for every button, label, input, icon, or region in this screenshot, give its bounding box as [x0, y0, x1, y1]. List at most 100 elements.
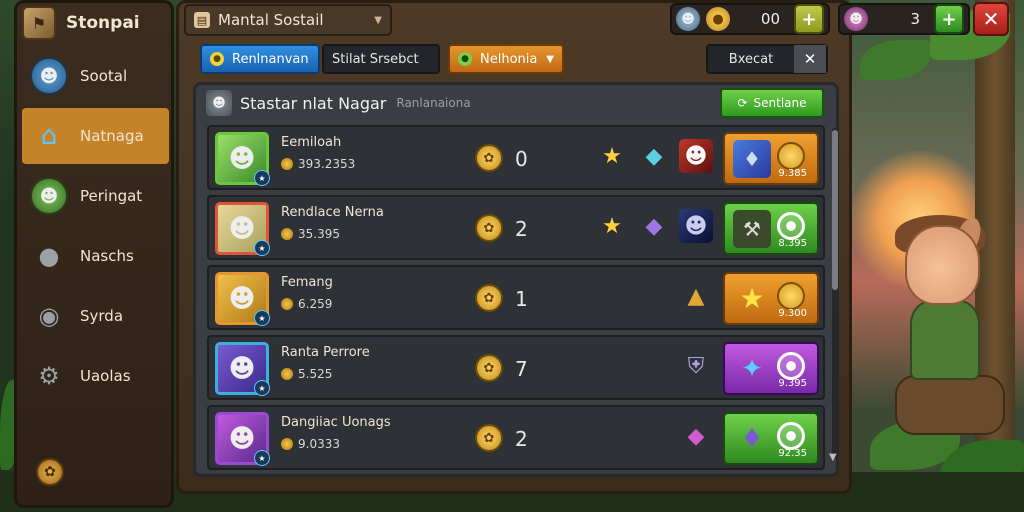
item-icons: ◆ — [679, 419, 713, 453]
sparkle-icon: ✦ — [741, 353, 763, 384]
close-button[interactable]: ✕ — [973, 2, 1009, 36]
hero-portrait: ☻ ★ — [215, 202, 270, 256]
gear-icon: ⚙ — [38, 362, 60, 390]
action-amount: 9.395 — [778, 378, 807, 389]
sidebar-item-syrda[interactable]: ◉ Syrda — [22, 288, 169, 344]
house-icon: ⌂ — [40, 121, 58, 151]
filter-select-label: Bxecat — [728, 51, 774, 67]
sidebar-item-naschs[interactable]: ● Naschs — [22, 228, 169, 284]
star-icon[interactable]: ★ — [595, 209, 629, 243]
character-avatar-icon[interactable]: ☻ — [679, 209, 713, 243]
medal-icon: ✿ — [475, 284, 503, 312]
sidebar-item-sootal[interactable]: ☻ Sootal — [22, 48, 169, 104]
hero-name: Dangiiac Uonags — [281, 415, 391, 430]
filter-select[interactable]: Bxecat ✕ — [706, 44, 828, 74]
list-item[interactable]: ☻ ★ Rendlace Nerna 35.395 ✿ 2 ★ ◆ ☻ ⚒ 8.3… — [207, 195, 825, 260]
clear-filter-icon[interactable]: ✕ — [794, 45, 826, 73]
sidebar-item-label: Naschs — [80, 247, 134, 265]
mask-icon: ● — [38, 242, 60, 270]
hero-portrait: ☻ ★ — [215, 412, 270, 466]
hero-coins-value: 35.395 — [298, 227, 340, 241]
medal-icon: ✿ — [475, 144, 503, 172]
action-button[interactable]: ★ 9.300 — [723, 272, 819, 325]
leaf-icon: ● — [458, 52, 472, 66]
hero-coins: 9.0333 — [281, 437, 340, 451]
medal-icon: ✿ — [475, 214, 503, 242]
item-icons: ▲ — [679, 279, 713, 313]
scroll-down-icon[interactable]: ▼ — [829, 452, 837, 463]
gold-resource: ☻ ● 00 + — [670, 3, 830, 35]
shield-icon[interactable]: ⛨ — [679, 349, 713, 383]
header-title-dropdown[interactable]: ▤ Mantal Sostail ▼ — [184, 4, 392, 36]
action-button[interactable]: ♦ 9.385 — [723, 132, 819, 185]
item-icons: ⛨ — [679, 349, 713, 383]
sidebar-title: Stonpai — [66, 13, 140, 33]
sidebar-item-uaolas[interactable]: ⚙ Uaolas — [22, 348, 169, 404]
gem-icon[interactable]: ◆ — [679, 419, 713, 453]
globe-icon: ◉ — [38, 302, 60, 330]
hero-portrait: ☻ ★ — [215, 342, 270, 396]
target-icon — [777, 212, 805, 240]
target-icon — [777, 422, 805, 450]
hero-level: 2 — [515, 427, 528, 451]
chevron-down-icon: ▼ — [374, 14, 382, 26]
tab-nelhonia[interactable]: ● Nelhonia ▼ — [448, 44, 564, 74]
hero-level: 0 — [515, 147, 528, 171]
gem-icon[interactable]: ◆ — [637, 139, 671, 173]
character-avatar-icon: ☻ — [30, 57, 68, 95]
hero-portrait: ☻ ★ — [215, 132, 270, 186]
star-icon[interactable]: ★ — [595, 139, 629, 173]
list-item[interactable]: ☻ ★ Eemiloah 393.2353 ✿ 0 ★ ◆ ☻ ♦ 9.385 — [207, 125, 825, 190]
coin-icon — [281, 158, 293, 170]
list-item[interactable]: ☻ ★ Dangiiac Uonags 9.0333 ✿ 2 ◆ ♦ 92.35 — [207, 405, 825, 470]
sidebar-item-peringat[interactable]: ☻ Peringat — [22, 168, 169, 224]
badge-icon: ★ — [254, 170, 270, 186]
action-button[interactable]: ♦ 92.35 — [723, 412, 819, 465]
hero-name: Ranta Perrore — [281, 345, 370, 360]
hero-coins: 35.395 — [281, 227, 340, 241]
add-button[interactable]: ⟳ Sentlane — [720, 88, 824, 118]
add-button-label: Sentlane — [753, 96, 807, 110]
hero-name: Rendlace Nerna — [281, 205, 384, 220]
tab-label: Nelhonia — [480, 51, 538, 67]
paw-coin-icon[interactable]: ✿ — [36, 458, 64, 486]
tab-renlnanvan[interactable]: ● Renlnanvan — [200, 44, 320, 74]
action-button[interactable]: ✦ 9.395 — [723, 342, 819, 395]
crystal-icon: ♦ — [733, 139, 771, 178]
action-button[interactable]: ⚒ 8.395 — [723, 202, 819, 255]
sidebar-item-label: Peringat — [80, 187, 143, 205]
character-avatar-icon: ☻ — [30, 177, 68, 215]
hero-level: 7 — [515, 357, 528, 381]
tag-icon: ▤ — [194, 12, 210, 28]
action-amount: 92.35 — [778, 448, 807, 459]
target-icon — [777, 352, 805, 380]
gem-icon[interactable]: ◆ — [637, 209, 671, 243]
panel-subtitle: Ranlanaiona — [396, 96, 471, 110]
ore-icon[interactable]: ▲ — [679, 279, 713, 313]
crystal-icon: ♦ — [740, 423, 764, 454]
sidebar-item-label: Sootal — [80, 67, 128, 85]
gold-value: 00 — [760, 10, 780, 28]
hero-list: ☻ ★ Eemiloah 393.2353 ✿ 0 ★ ◆ ☻ ♦ 9.385 ☻… — [207, 125, 825, 475]
character-value: 3 — [910, 10, 920, 28]
sidebar-item-natnaga[interactable]: ⌂ Natnaga — [22, 108, 169, 164]
hero-coins: 5.525 — [281, 367, 332, 381]
player-avatar-icon: ☻ — [676, 7, 700, 31]
add-gold-button[interactable]: + — [794, 4, 824, 34]
action-amount: 8.395 — [778, 238, 807, 249]
jungle-character — [895, 214, 1005, 455]
list-item[interactable]: ☻ ★ Femang 6.259 ✿ 1 ▲ ★ 9.300 — [207, 265, 825, 330]
list-item[interactable]: ☻ ★ Ranta Perrore 5.525 ✿ 7 ⛨ ✦ 9.395 — [207, 335, 825, 400]
sidebar-item-label: Natnaga — [80, 127, 144, 145]
tab-label: Renlnanvan — [232, 51, 309, 67]
tab-stilat[interactable]: Stilat Srsebct — [322, 44, 440, 74]
add-character-button[interactable]: + — [934, 4, 964, 34]
character-avatar-icon: ☻ — [844, 7, 868, 31]
character-avatar-icon[interactable]: ☻ — [679, 139, 713, 173]
hero-level: 2 — [515, 217, 528, 241]
hero-level: 1 — [515, 287, 528, 311]
scrollbar-thumb[interactable] — [832, 130, 838, 290]
gold-coin-icon — [777, 282, 805, 310]
hero-name: Femang — [281, 275, 333, 290]
character-body — [910, 300, 980, 380]
